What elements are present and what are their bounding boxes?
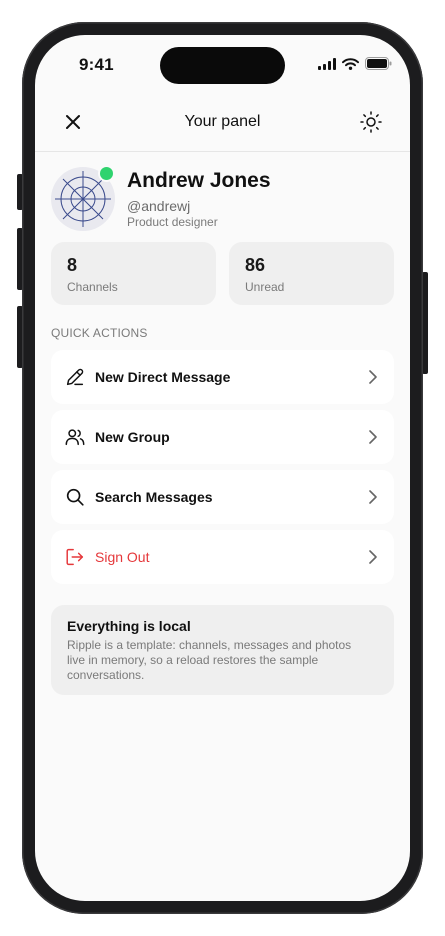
users-icon — [63, 425, 87, 449]
info-body: Ripple is a template: channels, messages… — [67, 638, 352, 682]
phone-frame: 9:41 Your panel Andrew Jones @andrewj Pr… — [22, 22, 423, 914]
cellular-signal-icon — [318, 57, 336, 75]
stat-value: 8 — [67, 255, 78, 275]
new-direct-message-button[interactable]: New Direct Message — [51, 350, 394, 404]
pencil-icon — [63, 365, 87, 389]
info-card: Everything is local Ripple is a template… — [51, 605, 394, 695]
stat-value: 86 — [245, 255, 266, 275]
dynamic-island — [160, 47, 285, 84]
chevron-right-icon — [366, 369, 380, 385]
stat-card-channels[interactable]: 8 Channels — [51, 242, 216, 305]
sun-icon — [359, 110, 383, 139]
theme-toggle-button[interactable] — [358, 110, 384, 139]
action-label: New Group — [95, 429, 170, 445]
chevron-right-icon — [366, 549, 380, 565]
profile-header: Andrew Jones @andrewj Product designer — [51, 165, 394, 231]
chevron-right-icon — [366, 489, 380, 505]
chevron-right-icon — [366, 429, 380, 445]
new-group-button[interactable]: New Group — [51, 410, 394, 464]
stat-label: Unread — [245, 280, 285, 294]
action-label: New Direct Message — [95, 369, 231, 385]
stat-label: Channels — [67, 280, 118, 294]
status-bar: 9:41 — [35, 35, 410, 91]
status-time: 9:41 — [79, 55, 114, 74]
search-icon — [63, 485, 87, 509]
status-icons — [318, 57, 392, 75]
sign-out-button[interactable]: Sign Out — [51, 530, 394, 584]
profile-handle: @andrewj — [127, 198, 191, 214]
quick-actions-heading: QUICK ACTIONS — [51, 326, 148, 340]
search-messages-button[interactable]: Search Messages — [51, 470, 394, 524]
screen: 9:41 Your panel Andrew Jones @andrewj Pr… — [35, 35, 410, 901]
top-navigation-bar: Your panel — [35, 99, 410, 152]
info-title: Everything is local — [67, 618, 191, 634]
profile-role: Product designer — [127, 215, 218, 229]
battery-icon — [365, 57, 392, 75]
sign-out-icon — [63, 545, 87, 569]
online-status-indicator — [100, 167, 113, 180]
stat-card-unread[interactable]: 86 Unread — [229, 242, 394, 305]
page-title: Your panel — [184, 113, 261, 130]
profile-name: Andrew Jones — [127, 169, 271, 192]
action-label: Search Messages — [95, 489, 213, 505]
wifi-icon — [342, 57, 359, 75]
action-label: Sign Out — [95, 549, 150, 565]
